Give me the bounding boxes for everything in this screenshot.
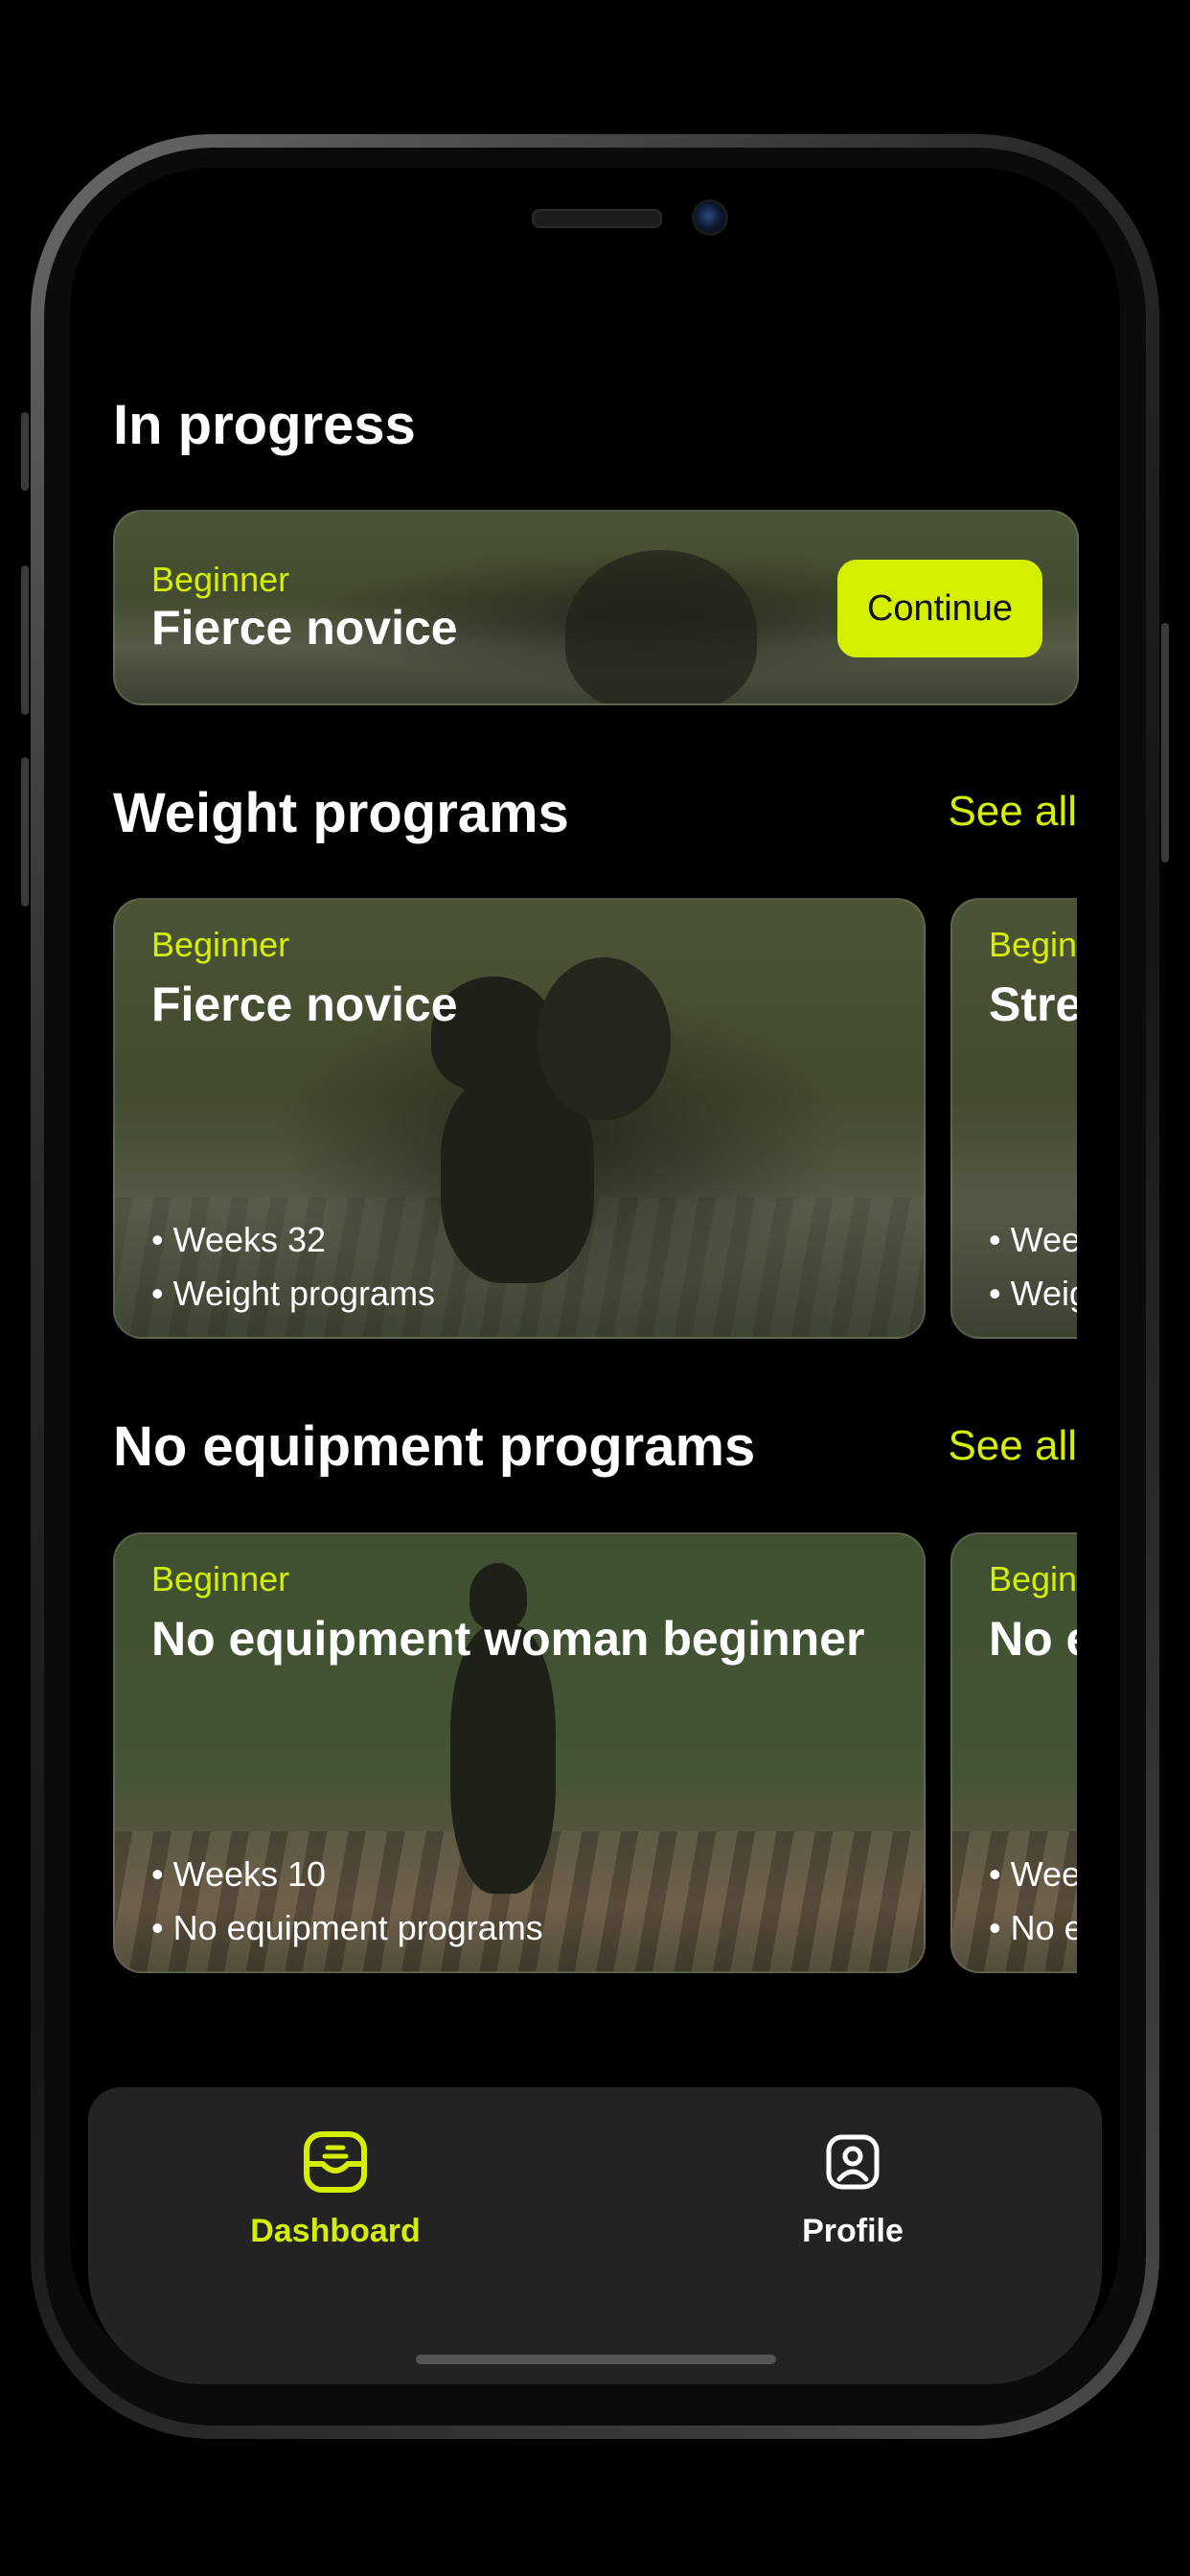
tab-dashboard[interactable]: Dashboard [192,2129,479,2250]
program-card[interactable]: Beginner Stre Wee Weig [950,898,1077,1339]
volume-up-button [21,565,29,715]
earpiece-speaker [532,209,662,228]
silent-switch [21,412,29,491]
card-level: Beginner [151,560,290,599]
program-card[interactable]: Beginner No equipment woman beginner Wee… [113,1532,926,1973]
profile-icon [819,2129,886,2199]
card-barbell-plate [537,957,671,1120]
card-bullet: Weeks 10 [151,1854,326,1895]
card-figure [565,550,757,703]
card-bullet: Weight programs [151,1274,435,1314]
card-floor [952,1831,1077,1971]
front-camera [692,199,728,236]
program-card[interactable]: Beginner No e Wee No e [950,1532,1077,1973]
card-title: Fierce novice [151,601,458,655]
tab-profile[interactable]: Profile [709,2129,996,2250]
program-card[interactable]: Beginner Fierce novice Weeks 32 Weight p… [113,898,926,1339]
weight-programs-heading: Weight programs [113,782,569,844]
weight-programs-see-all-link[interactable]: See all [948,788,1077,836]
tab-label: Profile [802,2213,904,2249]
tab-label: Dashboard [250,2213,421,2249]
volume-down-button [21,757,29,907]
card-title: Fierce novice [151,978,458,1031]
card-level: Beginner [989,925,1077,964]
card-bullet: Wee [989,1220,1077,1260]
card-title: No e [989,1612,1077,1666]
in-progress-heading: In progress [113,394,416,456]
no-equipment-see-all-link[interactable]: See all [948,1422,1077,1470]
weight-programs-carousel[interactable]: Beginner Fierce novice Weeks 32 Weight p… [113,898,1077,1339]
dashboard-icon [302,2129,369,2199]
tab-bar: Dashboard Profile [88,2087,1102,2384]
card-bullet: Weig [989,1274,1077,1314]
card-level: Beginner [151,1559,290,1598]
card-bullet: Weeks 32 [151,1220,326,1260]
continue-button[interactable]: Continue [837,560,1042,657]
card-bullet: No equipment programs [151,1908,543,1948]
card-bullet: No e [989,1908,1077,1948]
no-equipment-heading: No equipment programs [113,1415,756,1478]
power-button [1161,623,1169,862]
card-level: Beginner [989,1559,1077,1598]
home-indicator [416,2355,776,2364]
no-equipment-carousel[interactable]: Beginner No equipment woman beginner Wee… [113,1532,1077,1973]
card-title: No equipment woman beginner [151,1612,865,1666]
card-title: Stre [989,978,1077,1031]
in-progress-card[interactable]: Beginner Fierce novice Continue [113,510,1079,705]
card-level: Beginner [151,925,290,964]
card-bullet: Wee [989,1854,1077,1895]
